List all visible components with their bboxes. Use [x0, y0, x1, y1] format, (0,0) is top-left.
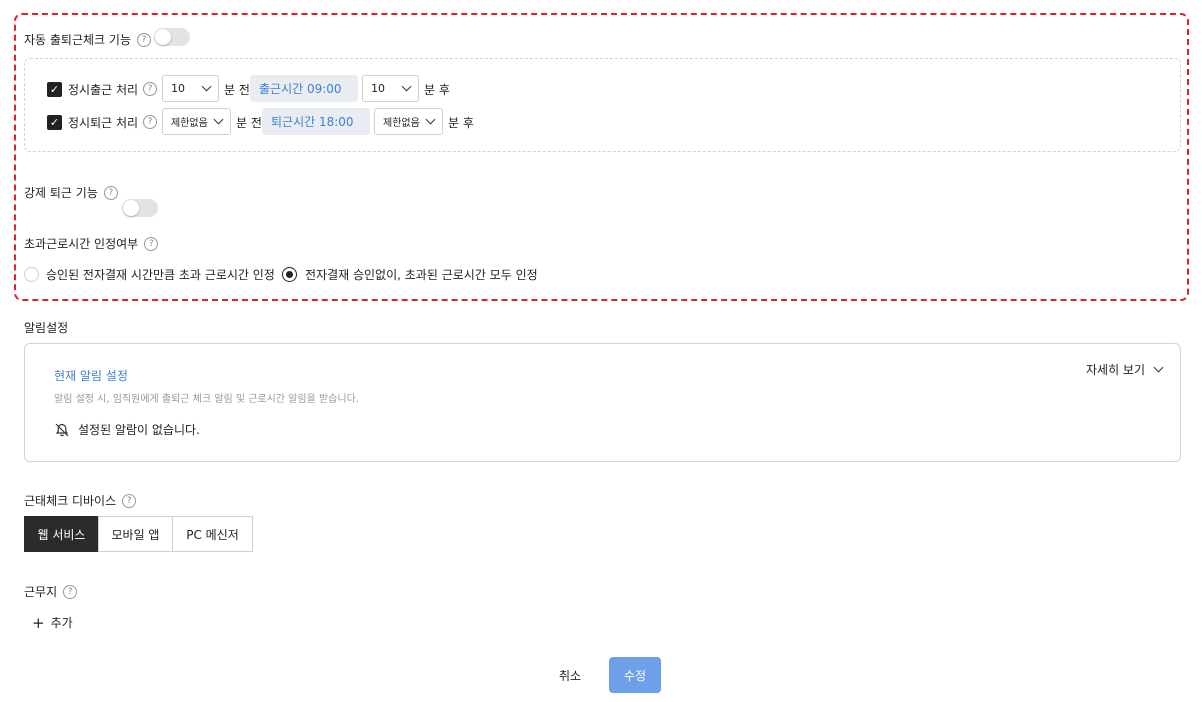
overtime-label: 초과근로시간 인정여부 — [24, 237, 139, 251]
force-checkout-label: 강제 퇴근 기능 — [24, 186, 98, 200]
select-value: 제한없음 — [383, 118, 420, 129]
add-workplace-label: 추가 — [50, 616, 73, 630]
checkin-after-select[interactable]: 10 — [362, 75, 419, 102]
chevron-down-icon — [425, 114, 436, 125]
workplace-label: 근무지 — [24, 585, 58, 599]
help-icon[interactable]: ? — [63, 584, 78, 599]
overtime-header: 초과근로시간 인정여부 ? — [24, 235, 159, 252]
overtime-option-all-radio[interactable] — [282, 267, 297, 282]
help-icon[interactable]: ? — [143, 115, 157, 129]
after-label: 분 후 — [424, 83, 450, 97]
checkin-time-text: 출근시간 09:00 — [259, 82, 342, 96]
device-header: 근태체크 디바이스 ? — [24, 492, 137, 509]
highlight-region — [14, 13, 1189, 301]
auto-checkin-options-box — [24, 58, 1181, 152]
chevron-down-icon — [1153, 362, 1164, 373]
bell-off-icon — [55, 423, 69, 436]
device-tab-web[interactable]: 웹 서비스 — [24, 516, 99, 552]
chevron-down-icon — [213, 114, 224, 125]
ontime-checkin-label: 정시출근 처리 — [68, 83, 139, 97]
help-icon[interactable]: ? — [144, 236, 159, 251]
chevron-down-icon — [201, 81, 212, 92]
device-tab-mobile[interactable]: 모바일 앱 — [98, 516, 173, 552]
current-notification-title: 현재 알림 설정 — [54, 369, 128, 383]
details-toggle[interactable]: 자세히 보기 — [1086, 361, 1164, 378]
auto-checkin-label: 자동 출퇴근체크 기능 — [24, 33, 131, 47]
help-icon[interactable]: ? — [137, 32, 151, 47]
before-label: 분 전 — [236, 116, 262, 130]
device-label: 근태체크 디바이스 — [24, 494, 117, 508]
details-label: 자세히 보기 — [1086, 363, 1146, 377]
overtime-option-approved-label: 승인된 전자결재 시간만큼 초과 근로시간 인정 — [46, 268, 275, 282]
ontime-checkout-label: 정시퇴근 처리 — [68, 116, 139, 130]
after-label: 분 후 — [448, 116, 474, 130]
help-icon[interactable]: ? — [103, 185, 118, 200]
before-label: 분 전 — [224, 83, 250, 97]
force-checkout-toggle[interactable] — [122, 199, 158, 217]
empty-notification: 설정된 알람이 없습니다. — [54, 421, 200, 438]
checkin-time-chip: 출근시간 09:00 — [250, 75, 358, 102]
workplace-header: 근무지 ? — [24, 583, 78, 600]
overtime-option-all-label: 전자결재 승인없이, 초과된 근로시간 모두 인정 — [305, 268, 538, 282]
add-workplace-button[interactable]: + 추가 — [32, 614, 73, 631]
auto-checkin-toggle[interactable] — [154, 28, 190, 46]
ontime-checkin-checkbox[interactable]: ✓ — [47, 82, 62, 97]
checkout-time-text: 퇴근시간 18:00 — [271, 115, 354, 129]
select-value: 10 — [171, 82, 185, 95]
overtime-option-approved-radio[interactable] — [24, 267, 39, 282]
device-tab-pc[interactable]: PC 메신저 — [172, 516, 253, 552]
notification-section-label: 알림설정 — [24, 321, 69, 335]
checkout-after-select[interactable]: 제한없음 — [374, 108, 443, 135]
submit-button[interactable]: 수정 — [609, 657, 661, 693]
help-icon[interactable]: ? — [122, 493, 137, 508]
plus-icon: + — [32, 613, 45, 632]
select-value: 10 — [371, 82, 385, 95]
checkout-time-chip: 퇴근시간 18:00 — [262, 108, 370, 135]
chevron-down-icon — [401, 81, 412, 92]
cancel-button[interactable]: 취소 — [545, 659, 595, 691]
notification-description: 알림 설정 시, 임직원에게 출퇴근 체크 알림 및 근로시간 알림을 받습니다… — [54, 394, 359, 405]
auto-checkin-header: 자동 출퇴근체크 기능 ? — [24, 31, 151, 48]
help-icon[interactable]: ? — [143, 82, 157, 96]
ontime-checkout-checkbox[interactable]: ✓ — [47, 115, 62, 130]
select-value: 제한없음 — [171, 118, 208, 129]
force-checkout-header: 강제 퇴근 기능 ? — [24, 184, 118, 201]
checkin-before-select[interactable]: 10 — [162, 75, 219, 102]
checkout-before-select[interactable]: 제한없음 — [162, 108, 231, 135]
empty-notification-text: 설정된 알람이 없습니다. — [78, 423, 200, 437]
